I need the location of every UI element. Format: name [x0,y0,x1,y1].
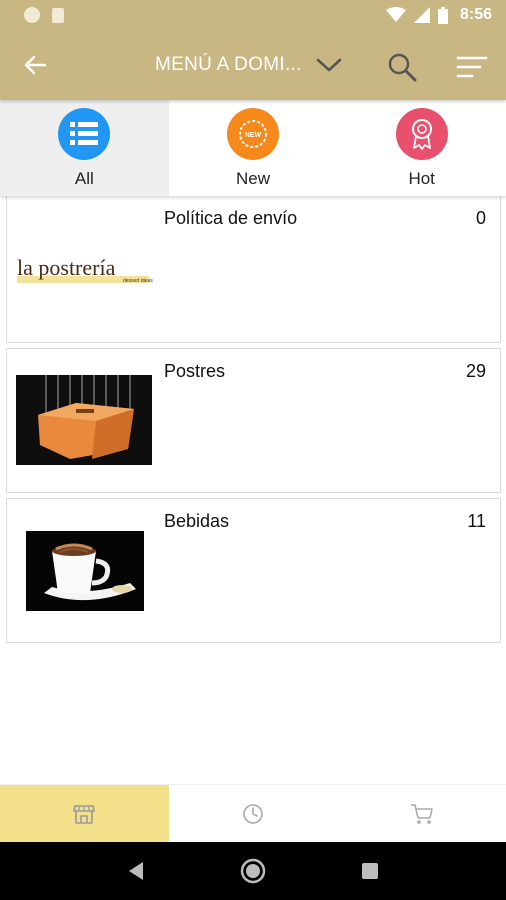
list-item[interactable]: Postres 29 [6,348,501,493]
category-list: la postrería dessert ideas Política de e… [6,196,501,648]
filter-tabs: All NEW New Hot [0,100,506,196]
tab-all[interactable]: All [0,100,169,196]
status-time: 8:56 [459,6,492,23]
nav-cart[interactable] [337,785,506,842]
sd-card-icon [52,7,64,23]
list-item[interactable]: la postrería dessert ideas Política de e… [6,196,501,343]
category-name: Política de envío [164,208,298,228]
nav-history[interactable] [169,785,338,842]
new-badge-icon: NEW [227,108,279,160]
category-count: 0 [475,208,486,228]
store-icon [73,804,96,824]
back-button[interactable] [0,30,70,100]
nav-store[interactable] [0,785,169,842]
coffee-cup-photo [26,531,144,611]
tab-all-label: All [74,169,94,188]
chevron-down-icon [316,58,342,72]
bottom-navigation [0,784,506,842]
logo-tagline: dessert ideas [123,278,153,284]
list-icon [58,108,111,160]
arrow-left-icon [24,55,46,75]
notification-dot-icon [24,7,40,23]
home-circle-icon[interactable] [240,858,266,884]
cake-photo [16,375,152,465]
tab-new[interactable]: NEW New [169,100,338,196]
back-triangle-icon[interactable] [127,861,145,881]
la-postreria-logo: la postrería dessert ideas [15,248,155,290]
search-button[interactable] [382,47,422,87]
search-icon [388,53,417,82]
sort-menu-button[interactable] [452,47,492,87]
category-name: Postres [164,361,226,381]
category-count: 29 [465,361,486,381]
category-count: 11 [467,511,486,531]
recents-square-icon[interactable] [361,862,379,880]
list-item[interactable]: Bebidas 11 [6,498,501,643]
wifi-icon [385,7,406,22]
signal-icon [413,7,430,23]
tab-new-label: New [236,169,271,188]
clock-icon [243,803,263,824]
app-bar: MENÚ A DOMI... [0,30,506,100]
sort-lines-icon [456,56,488,78]
page-title: MENÚ A DOMI... [155,54,302,75]
title-dropdown[interactable]: MENÚ A DOMI... [155,30,342,100]
category-name: Bebidas [164,511,230,531]
system-navigation-bar [0,842,506,900]
award-ribbon-icon [395,108,448,160]
new-badge-text: NEW [245,132,262,139]
status-bar: 8:56 [0,0,506,30]
tab-hot[interactable]: Hot [337,100,506,196]
cart-icon [410,803,433,824]
tab-hot-label: Hot [408,169,435,188]
battery-icon [437,6,448,24]
logo-wordmark: la postrería [17,255,116,280]
